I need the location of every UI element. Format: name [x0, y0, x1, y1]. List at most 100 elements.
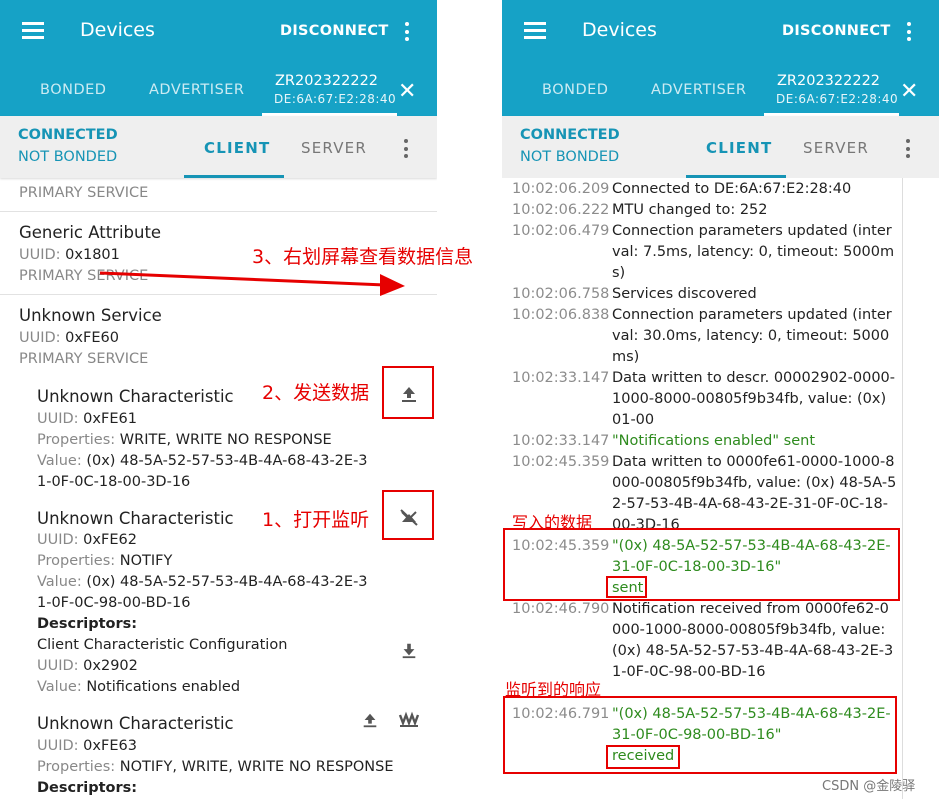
- log-time: 10:02:06.479: [512, 223, 610, 239]
- divider: [0, 211, 437, 212]
- log-time: 10:02:06.222: [512, 202, 610, 218]
- connected-status: CONNECTED: [520, 127, 620, 143]
- left-phone-screen: Devices DISCONNECT BONDED ADVERTISER ZR2…: [0, 0, 437, 799]
- log-message: Connection parameters updated (interval:…: [612, 223, 895, 281]
- notifications-icon[interactable]: [397, 709, 421, 731]
- service-type: PRIMARY SERVICE: [19, 185, 149, 201]
- uuid-label: UUID:: [37, 658, 79, 674]
- more-options-icon[interactable]: [403, 139, 409, 159]
- uuid-label: UUID:: [19, 247, 61, 263]
- service-uuid: 0x1801: [65, 247, 120, 263]
- properties-label: Properties:: [37, 759, 116, 775]
- log-message: Connected to DE:6A:67:E2:28:40: [612, 181, 852, 197]
- device-address: DE:6A:67:E2:28:40: [776, 92, 899, 106]
- log-message: Services discovered: [612, 286, 757, 302]
- log-message: "Notifications enabled" sent: [612, 433, 816, 449]
- connected-status: CONNECTED: [18, 127, 118, 143]
- bond-status: NOT BONDED: [18, 149, 118, 165]
- characteristic-properties: WRITE, WRITE NO RESPONSE: [119, 432, 332, 448]
- value-label: Value:: [37, 574, 82, 590]
- highlight-send-button: [382, 366, 434, 419]
- uuid-label: UUID:: [37, 738, 79, 754]
- tab-advertiser[interactable]: ADVERTISER: [149, 82, 245, 98]
- descriptors-label: Descriptors:: [37, 616, 138, 632]
- characteristic-value-cont: 1-0F-0C-18-00-3D-16: [37, 474, 191, 490]
- more-options-icon[interactable]: [906, 22, 912, 42]
- service-uuid: 0xFE60: [65, 330, 119, 346]
- annotation-listen: 1、打开监听: [262, 509, 370, 531]
- close-icon[interactable]: ✕: [900, 79, 918, 104]
- log-message: MTU changed to: 252: [612, 202, 768, 218]
- log-time: 10:02:46.790: [512, 601, 610, 617]
- descriptors-label: Descriptors:: [37, 780, 138, 796]
- characteristic-uuid: 0xFE63: [83, 738, 137, 754]
- service-name: Generic Attribute: [19, 223, 162, 242]
- device-tab-bar: BONDED ADVERTISER ZR202322222 DE:6A:67:E…: [0, 64, 437, 116]
- log-time: 10:02:06.838: [512, 307, 610, 323]
- bond-status: NOT BONDED: [520, 149, 620, 165]
- properties-label: Properties:: [37, 432, 116, 448]
- highlight-received-label: [606, 745, 680, 769]
- log-time: 10:02:33.147: [512, 433, 610, 449]
- download-icon[interactable]: [398, 639, 420, 661]
- log-message: Data written to 0000fe61-0000-1000-8000-…: [612, 454, 897, 533]
- disconnect-button[interactable]: DISCONNECT: [280, 23, 389, 39]
- uuid-label: UUID:: [19, 330, 61, 346]
- tab-advertiser[interactable]: ADVERTISER: [651, 82, 747, 98]
- descriptor-value: Notifications enabled: [86, 679, 241, 695]
- tab-client-label: CLIENT: [706, 139, 773, 157]
- upload-icon[interactable]: [359, 709, 381, 731]
- log-time: 10:02:06.758: [512, 286, 610, 302]
- close-icon[interactable]: ✕: [398, 79, 416, 104]
- characteristic-name: Unknown Characteristic: [37, 714, 234, 733]
- app-title: Devices: [80, 19, 155, 41]
- swipe-arrow-icon: [100, 271, 405, 296]
- app-bar: Devices DISCONNECT: [502, 0, 939, 64]
- log-message: Notification received from 0000fe62-0000…: [612, 601, 894, 680]
- highlight-sent-label: [606, 576, 647, 598]
- menu-icon[interactable]: [524, 22, 546, 39]
- tab-bonded[interactable]: BONDED: [40, 82, 106, 98]
- annotation-swipe: 3、右划屏幕查看数据信息: [252, 246, 474, 268]
- uuid-label: UUID:: [37, 411, 79, 427]
- tab-server[interactable]: SERVER: [301, 139, 367, 157]
- properties-label: Properties:: [37, 553, 116, 569]
- tab-bonded[interactable]: BONDED: [542, 82, 608, 98]
- characteristic-value-cont: 1-0F-0C-98-00-BD-16: [37, 595, 191, 611]
- app-bar: Devices DISCONNECT: [0, 0, 437, 64]
- device-name: ZR202322222: [777, 73, 881, 89]
- disconnect-button[interactable]: DISCONNECT: [782, 23, 891, 39]
- characteristic-name: Unknown Characteristic: [37, 509, 234, 528]
- tab-client[interactable]: CLIENT: [184, 116, 284, 178]
- log-message: Connection parameters updated (interval:…: [612, 307, 892, 365]
- more-options-icon[interactable]: [404, 22, 410, 42]
- tab-server[interactable]: SERVER: [803, 139, 869, 157]
- log-time: 10:02:45.359: [512, 454, 610, 470]
- characteristic-properties: NOTIFY: [119, 553, 173, 569]
- app-title: Devices: [582, 19, 657, 41]
- device-tab-bar: BONDED ADVERTISER ZR202322222 DE:6A:67:E…: [502, 64, 939, 116]
- characteristic-properties: NOTIFY, WRITE, WRITE NO RESPONSE: [119, 759, 394, 775]
- services-peek-panel: [902, 178, 939, 799]
- characteristic-value: (0x) 48-5A-52-57-53-4B-4A-68-43-2E-3: [86, 574, 368, 590]
- connection-status-bar: CONNECTED NOT BONDED CLIENT SERVER: [0, 116, 437, 178]
- service-name: Unknown Service: [19, 306, 162, 325]
- descriptor-name: Client Characteristic Configuration: [37, 637, 288, 653]
- tab-device[interactable]: ZR202322222 DE:6A:67:E2:28:40: [262, 64, 397, 116]
- service-type: PRIMARY SERVICE: [19, 351, 149, 367]
- tab-client[interactable]: CLIENT: [686, 116, 786, 178]
- characteristic-name: Unknown Characteristic: [37, 387, 234, 406]
- value-label: Value:: [37, 679, 82, 695]
- tab-device[interactable]: ZR202322222 DE:6A:67:E2:28:40: [764, 64, 899, 116]
- characteristic-uuid: 0xFE62: [83, 532, 137, 548]
- device-address: DE:6A:67:E2:28:40: [274, 92, 397, 106]
- annotation-send: 2、发送数据: [262, 382, 370, 404]
- watermark: CSDN @金陵驿: [822, 779, 916, 794]
- log-message: Data written to descr. 00002902-0000-100…: [612, 370, 896, 428]
- value-label: Value:: [37, 453, 82, 469]
- highlight-listen-button: [382, 490, 434, 540]
- more-options-icon[interactable]: [905, 139, 911, 159]
- tab-client-label: CLIENT: [204, 139, 271, 157]
- highlight-written-entry: [503, 528, 900, 601]
- menu-icon[interactable]: [22, 22, 44, 39]
